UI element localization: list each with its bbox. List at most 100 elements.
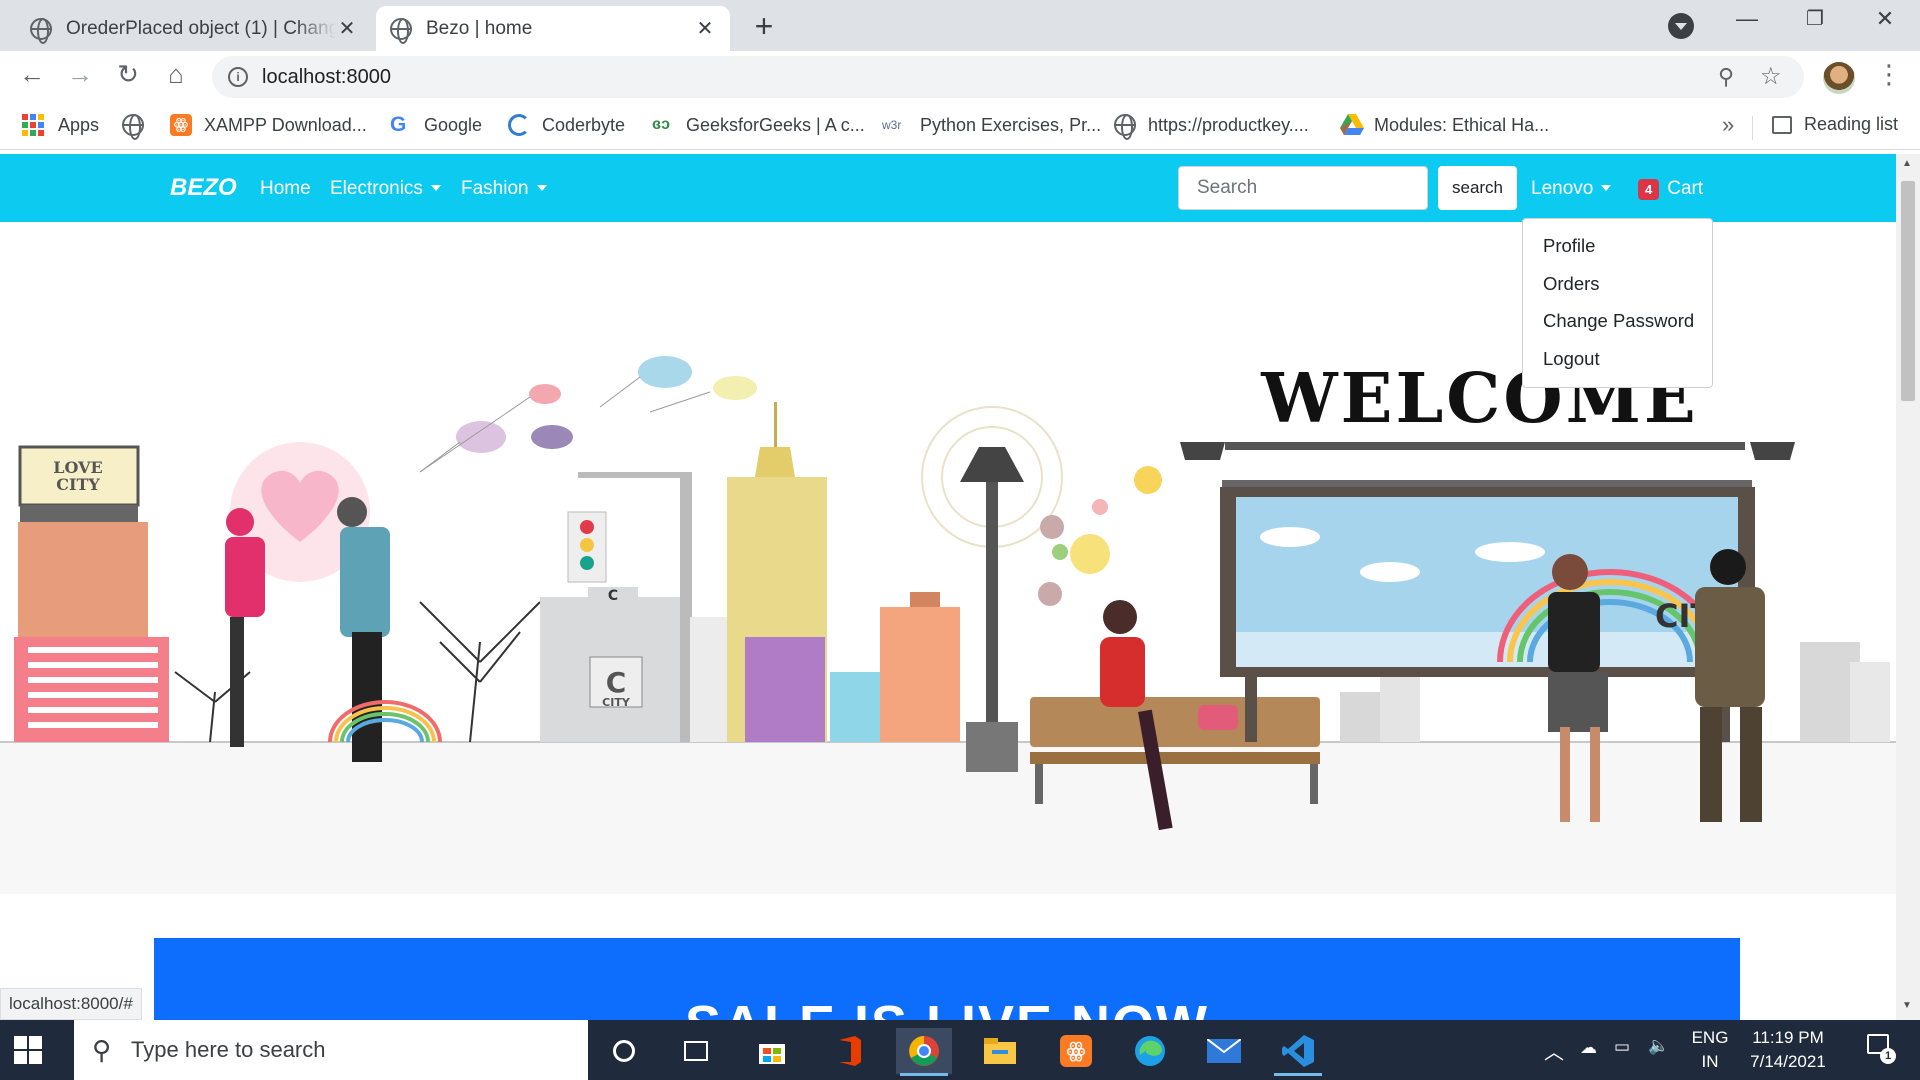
forward-icon[interactable]: → — [62, 59, 98, 90]
apps-grid-icon — [22, 114, 44, 136]
input-language-indicator[interactable]: ENG IN — [1688, 1026, 1732, 1074]
zoom-icon[interactable]: ⚲ — [1718, 64, 1734, 90]
show-hidden-icons-icon[interactable]: ︿ — [1544, 1036, 1564, 1065]
back-icon[interactable]: ← — [14, 59, 50, 90]
mail-icon[interactable] — [1196, 1028, 1252, 1074]
bookmarks-bar: Apps ꙮ XAMPP Download... G Google Coderb… — [0, 104, 1920, 150]
bookmark-label: Python Exercises, Pr... — [920, 114, 1102, 135]
bookmark-globe[interactable] — [122, 114, 144, 140]
scroll-up-arrow-icon[interactable]: ▲ — [1902, 158, 1912, 169]
city-sign-letter-top: C — [608, 588, 618, 604]
bookmarks-separator — [1752, 116, 1753, 140]
bookmark-star-icon[interactable]: ☆ — [1760, 62, 1782, 91]
city-sign-text: CITY — [602, 696, 631, 709]
restore-icon[interactable]: ❐ — [1792, 6, 1838, 31]
drive-icon — [1340, 114, 1364, 136]
nav-electronics-label: Electronics — [330, 178, 423, 199]
site-navbar: BEZO Home Electronics Fashion search Len… — [0, 154, 1896, 222]
site-search-input[interactable] — [1178, 166, 1428, 210]
taskbar-clock[interactable]: 11:19 PM 7/14/2021 — [1742, 1026, 1834, 1074]
site-search-button[interactable]: search — [1438, 166, 1517, 210]
love-city-building: LOVE CITY — [14, 445, 169, 742]
scrollbar-thumb[interactable] — [1901, 181, 1915, 401]
nav-fashion-dropdown[interactable]: Fashion — [461, 178, 547, 200]
decorative-dots — [1038, 466, 1162, 606]
reading-list-button[interactable]: Reading list — [1772, 114, 1898, 135]
bookmark-google[interactable]: G Google — [390, 114, 482, 136]
network-icon[interactable]: ☁ — [1580, 1038, 1597, 1058]
notification-center-icon[interactable]: 1 — [1858, 1034, 1898, 1064]
love-city-sign-line2: CITY — [56, 475, 100, 494]
battery-icon[interactable]: ▭ — [1614, 1037, 1630, 1057]
bookmark-label: XAMPP Download... — [204, 114, 367, 135]
coderbyte-icon — [508, 114, 530, 136]
edge-icon[interactable] — [1122, 1028, 1178, 1074]
bookmark-label: Coderbyte — [542, 114, 626, 135]
minimize-icon[interactable]: — — [1724, 6, 1770, 32]
profile-avatar[interactable] — [1823, 62, 1855, 94]
reading-list-icon — [1772, 115, 1792, 134]
menu-item-orders[interactable]: Orders — [1523, 265, 1712, 303]
menu-item-profile[interactable]: Profile — [1523, 227, 1712, 265]
bookmark-geeksforgeeks[interactable]: ɞɔ GeeksforGeeks | A c... — [652, 114, 865, 136]
url-text[interactable]: localhost:8000 — [262, 66, 391, 89]
nav-fashion-label: Fashion — [461, 178, 529, 199]
menu-item-change-password[interactable]: Change Password — [1523, 302, 1712, 340]
taskbar-search-box[interactable]: ⚲ Type here to search — [74, 1020, 588, 1080]
windows-taskbar: ⚲ Type here to search ꙮ ︿ ☁ ▭ 🔈 ENG IN 1… — [0, 1020, 1920, 1080]
task-view-icon[interactable] — [668, 1028, 724, 1074]
file-explorer-icon[interactable] — [972, 1028, 1028, 1074]
clock-time: 11:19 PM — [1752, 1028, 1824, 1047]
address-bar[interactable]: i localhost:8000 ⚲ ☆ — [212, 56, 1804, 98]
bookmark-label: Apps — [58, 114, 100, 135]
menu-item-logout[interactable]: Logout — [1523, 340, 1712, 378]
cortana-icon[interactable] — [596, 1028, 652, 1074]
nav-electronics-dropdown[interactable]: Electronics — [330, 178, 441, 200]
bookmark-xampp[interactable]: ꙮ XAMPP Download... — [170, 114, 367, 136]
chrome-icon[interactable] — [896, 1028, 952, 1076]
browser-tab-bezo-home[interactable]: Bezo | home ✕ — [376, 6, 730, 51]
more-bookmarks-icon[interactable]: » — [1722, 112, 1734, 138]
xampp-taskbar-icon[interactable]: ꙮ — [1048, 1028, 1104, 1074]
menu-dots-icon[interactable]: ⋮ — [1876, 59, 1902, 90]
cart-link[interactable]: 4 Cart — [1638, 178, 1703, 200]
clock-date: 7/14/2021 — [1750, 1052, 1826, 1071]
cart-count-badge: 4 — [1638, 178, 1660, 200]
browser-tab-orderplaced[interactable]: OrederPlaced object (1) | Change ✕ — [16, 6, 372, 51]
bookmark-modules[interactable]: Modules: Ethical Ha... — [1340, 114, 1549, 136]
close-window-icon[interactable]: ✕ — [1862, 6, 1908, 32]
language-code: ENG — [1691, 1028, 1729, 1047]
volume-icon[interactable]: 🔈 — [1648, 1036, 1669, 1056]
reading-list-label: Reading list — [1804, 114, 1899, 134]
close-tab-icon[interactable]: ✕ — [694, 16, 716, 41]
notification-count-badge: 1 — [1880, 1048, 1896, 1064]
home-icon[interactable]: ⌂ — [158, 59, 194, 90]
new-tab-icon[interactable]: + — [748, 8, 780, 45]
bookmark-w3resource[interactable]: w3r Python Exercises, Pr... — [882, 114, 1101, 136]
taskbar-search-placeholder: Type here to search — [131, 1037, 326, 1062]
page-scrollbar[interactable]: ▲ ▼ — [1896, 154, 1920, 1020]
bookmark-coderbyte[interactable]: Coderbyte — [508, 114, 625, 136]
google-icon: G — [390, 113, 407, 136]
bookmark-apps[interactable]: Apps — [22, 114, 99, 136]
brand-logo[interactable]: BEZO — [170, 174, 237, 202]
tab-title: Bezo | home — [426, 17, 533, 39]
bookmark-label: GeeksforGeeks | A c... — [686, 114, 865, 135]
tab-search-icon[interactable] — [1668, 13, 1694, 39]
scroll-down-arrow-icon[interactable]: ▼ — [1902, 1000, 1912, 1011]
bookmark-label: Modules: Ethical Ha... — [1374, 114, 1550, 135]
windows-start-icon[interactable] — [14, 1036, 42, 1064]
user-menu-toggle[interactable]: Lenovo — [1531, 178, 1611, 200]
vscode-icon[interactable] — [1270, 1028, 1326, 1076]
office-icon[interactable] — [820, 1028, 876, 1074]
xampp-icon: ꙮ — [170, 114, 192, 136]
sale-banner: SALE IS LIVE NOW — [154, 938, 1740, 1020]
nav-home-link[interactable]: Home — [260, 178, 311, 200]
close-tab-icon[interactable]: ✕ — [336, 16, 358, 41]
reload-icon[interactable]: ↻ — [110, 59, 146, 90]
city-sign-letter: C — [606, 666, 627, 699]
w3r-icon: w3r — [882, 118, 902, 132]
microsoft-store-icon[interactable] — [744, 1028, 800, 1074]
bookmark-productkey[interactable]: https://productkey.... — [1114, 114, 1309, 140]
site-info-icon[interactable]: i — [228, 67, 248, 87]
